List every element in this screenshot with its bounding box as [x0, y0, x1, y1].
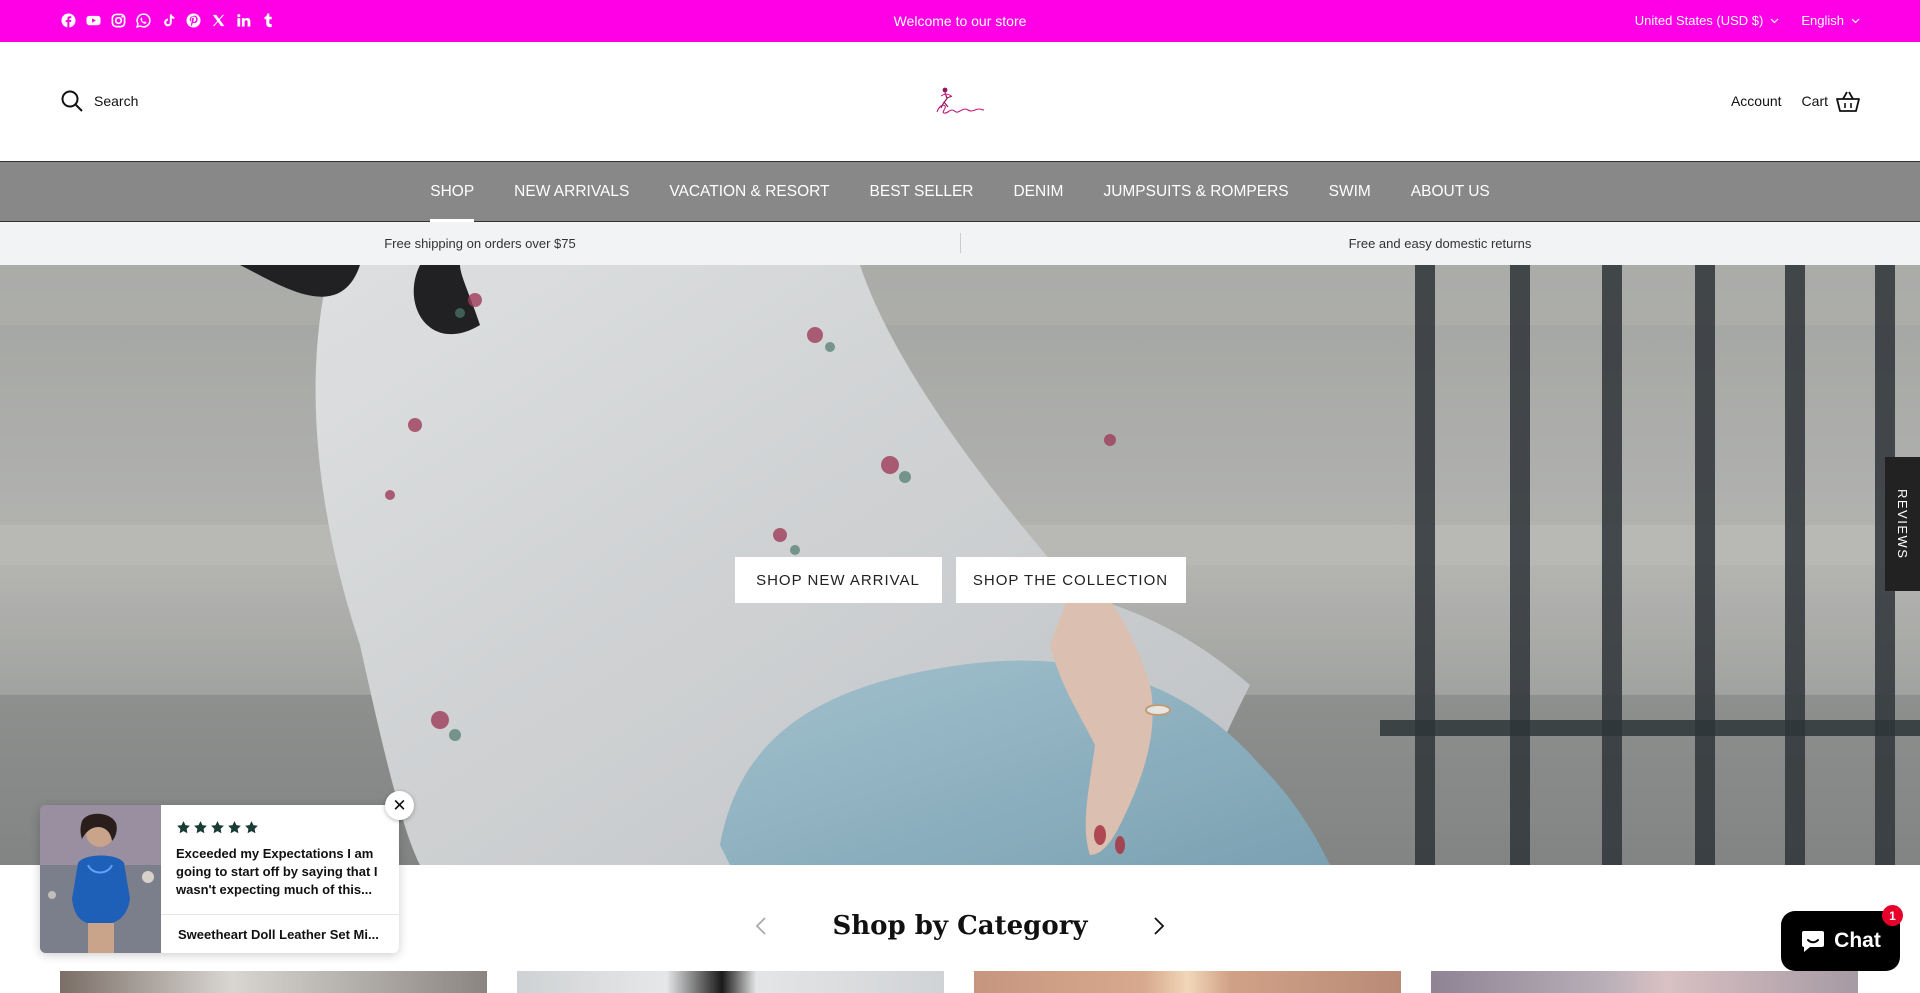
tumblr-icon[interactable] — [260, 12, 277, 29]
nav-item-swim[interactable]: SWIM — [1309, 162, 1391, 221]
chevron-down-icon — [1851, 18, 1860, 23]
category-prev-button[interactable] — [750, 915, 772, 937]
instagram-icon[interactable] — [110, 12, 127, 29]
chevron-down-icon — [1770, 18, 1779, 23]
review-rating — [176, 820, 259, 835]
nav-item-jumpsuits-rompers[interactable]: JUMPSUITS & ROMPERS — [1083, 162, 1308, 221]
category-card[interactable] — [974, 971, 1401, 993]
account-link[interactable]: Account — [1731, 93, 1782, 109]
close-icon: ✕ — [392, 795, 407, 815]
language-selector[interactable]: English — [1801, 13, 1860, 28]
currency-label: United States (USD $) — [1634, 13, 1764, 28]
account-cart-group: Account Cart — [1731, 90, 1860, 112]
usp-free-returns: Free and easy domestic returns — [1348, 236, 1532, 251]
nav-item-best-seller[interactable]: BEST SELLER — [850, 162, 994, 221]
nav-item-new-arrivals[interactable]: NEW ARRIVALS — [494, 162, 649, 221]
nav-item-shop[interactable]: SHOP — [410, 162, 494, 222]
welcome-message: Welcome to our store — [893, 13, 1027, 29]
shop-new-arrival-button[interactable]: SHOP NEW ARRIVAL — [734, 557, 942, 603]
reviews-tab-label: REVIEWS — [1895, 488, 1910, 560]
site-header: Search Account Cart — [0, 42, 1920, 162]
category-next-button[interactable] — [1148, 915, 1170, 937]
locale-selectors: United States (USD $) English — [1635, 13, 1860, 28]
hero-banner: SHOP NEW ARRIVAL SHOP THE COLLECTION — [0, 265, 1920, 865]
chat-notification-badge: 1 — [1882, 905, 1903, 926]
search-label: Search — [94, 93, 139, 109]
usp-divider — [960, 233, 961, 253]
cart-button[interactable]: Cart — [1802, 90, 1860, 112]
main-nav: SHOP NEW ARRIVALS VACATION & RESORT BEST… — [0, 162, 1920, 222]
youtube-icon[interactable] — [85, 12, 102, 29]
x-icon[interactable] — [210, 12, 227, 29]
cart-label: Cart — [1801, 93, 1828, 109]
store-logo[interactable] — [931, 82, 989, 118]
search-button[interactable]: Search — [60, 89, 138, 113]
star-icon — [228, 821, 241, 834]
star-icon — [194, 821, 207, 834]
usp-strip: Free shipping on orders over $75 Free an… — [0, 222, 1920, 265]
facebook-icon[interactable] — [60, 12, 77, 29]
pinterest-icon[interactable] — [185, 12, 202, 29]
chevron-left-icon — [756, 917, 767, 935]
category-card[interactable] — [517, 971, 944, 993]
nav-item-vacation-resort[interactable]: VACATION & RESORT — [649, 162, 849, 221]
category-cards — [60, 971, 1858, 993]
chevron-right-icon — [1153, 917, 1164, 935]
social-links — [60, 12, 277, 29]
star-icon — [177, 821, 190, 834]
review-text: Exceeded my Expectations I am going to s… — [176, 846, 378, 897]
whatsapp-icon[interactable] — [135, 12, 152, 29]
close-review-popup-button[interactable]: ✕ — [385, 791, 414, 820]
category-header: Shop by Category — [0, 911, 1920, 941]
category-card[interactable] — [1431, 971, 1858, 993]
star-icon — [245, 821, 258, 834]
category-title: Shop by Category — [832, 911, 1088, 941]
star-icon — [211, 821, 224, 834]
chat-label: Chat — [1834, 929, 1881, 952]
linkedin-icon[interactable] — [235, 12, 252, 29]
language-label: English — [1801, 13, 1844, 28]
usp-free-shipping: Free shipping on orders over $75 — [384, 236, 576, 251]
reviews-side-tab[interactable]: REVIEWS — [1885, 457, 1920, 591]
nav-item-denim[interactable]: DENIM — [993, 162, 1083, 221]
shop-collection-button[interactable]: SHOP THE COLLECTION — [955, 557, 1186, 603]
hero-buttons: SHOP NEW ARRIVAL SHOP THE COLLECTION — [0, 557, 1920, 603]
category-card[interactable] — [60, 971, 487, 993]
currency-selector[interactable]: United States (USD $) — [1635, 13, 1780, 28]
nav-item-about-us[interactable]: ABOUT US — [1391, 162, 1510, 221]
chat-bubble-icon — [1802, 931, 1825, 952]
announcement-bar: Welcome to our store United States (USD … — [0, 0, 1920, 42]
basket-icon — [1836, 91, 1860, 112]
search-icon — [61, 90, 83, 112]
tiktok-icon[interactable] — [160, 12, 177, 29]
